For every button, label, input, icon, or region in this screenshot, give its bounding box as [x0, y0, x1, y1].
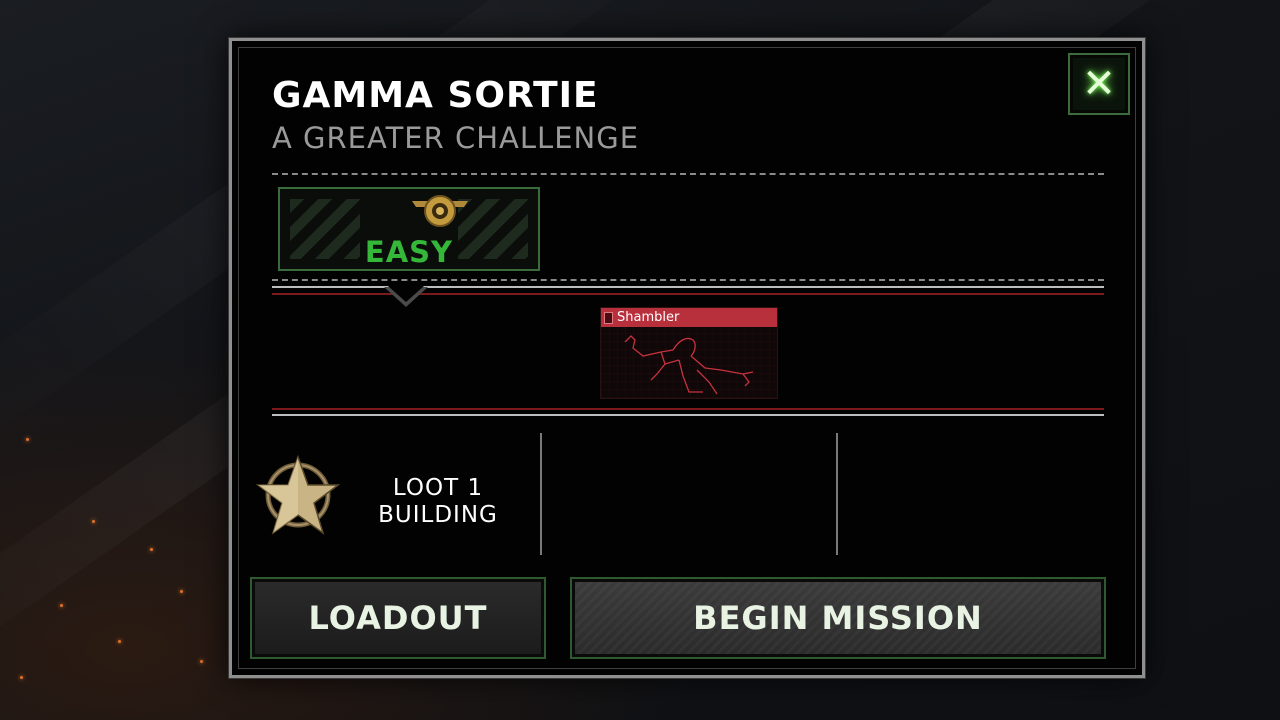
close-icon: ✕	[1082, 61, 1116, 107]
difficulty-pointer-inner	[388, 286, 424, 302]
difficulty-divider	[272, 279, 1104, 281]
ember-particle	[150, 548, 153, 551]
ember-particle	[180, 590, 183, 593]
enemy-type-icon	[604, 311, 613, 324]
medal-icon	[412, 195, 468, 227]
begin-mission-button[interactable]: BEGIN MISSION	[570, 577, 1106, 659]
objective-line-1: LOOT 1	[392, 475, 484, 501]
difficulty-selector[interactable]: EASY	[278, 187, 540, 271]
header-divider	[272, 173, 1104, 175]
ember-particle	[200, 660, 203, 663]
objective-text: LOOT 1 BUILDING	[354, 475, 522, 529]
ember-particle	[118, 640, 121, 643]
mission-title: GAMMA SORTIE	[272, 75, 599, 116]
close-button[interactable]: ✕	[1068, 53, 1130, 115]
game-background: GAMMA SORTIE A GREATER CHALLENGE ✕ EASY	[0, 0, 1280, 720]
mission-dialog: GAMMA SORTIE A GREATER CHALLENGE ✕ EASY	[229, 38, 1145, 678]
objective-line-2: BUILDING	[378, 502, 498, 528]
loadout-button[interactable]: LOADOUT	[250, 577, 546, 659]
ember-particle	[26, 438, 29, 441]
ember-particle	[92, 520, 95, 523]
enemy-section-bottom-white	[272, 414, 1104, 416]
enemy-card-header: Shambler	[601, 308, 777, 327]
enemy-section-bottom-red	[272, 408, 1104, 410]
enemy-card-shambler[interactable]: Shambler	[600, 307, 778, 399]
objectives-row: LOOT 1 BUILDING	[252, 433, 1108, 559]
difficulty-label: EASY	[364, 235, 454, 269]
ember-particle	[20, 676, 23, 679]
objective-separator	[540, 433, 542, 555]
enemy-name: Shambler	[617, 310, 680, 325]
star-icon	[256, 454, 340, 535]
ember-particle	[60, 604, 63, 607]
zombie-silhouette-icon	[624, 335, 754, 395]
mission-subtitle: A GREATER CHALLENGE	[272, 121, 640, 155]
objective-separator	[836, 433, 838, 555]
